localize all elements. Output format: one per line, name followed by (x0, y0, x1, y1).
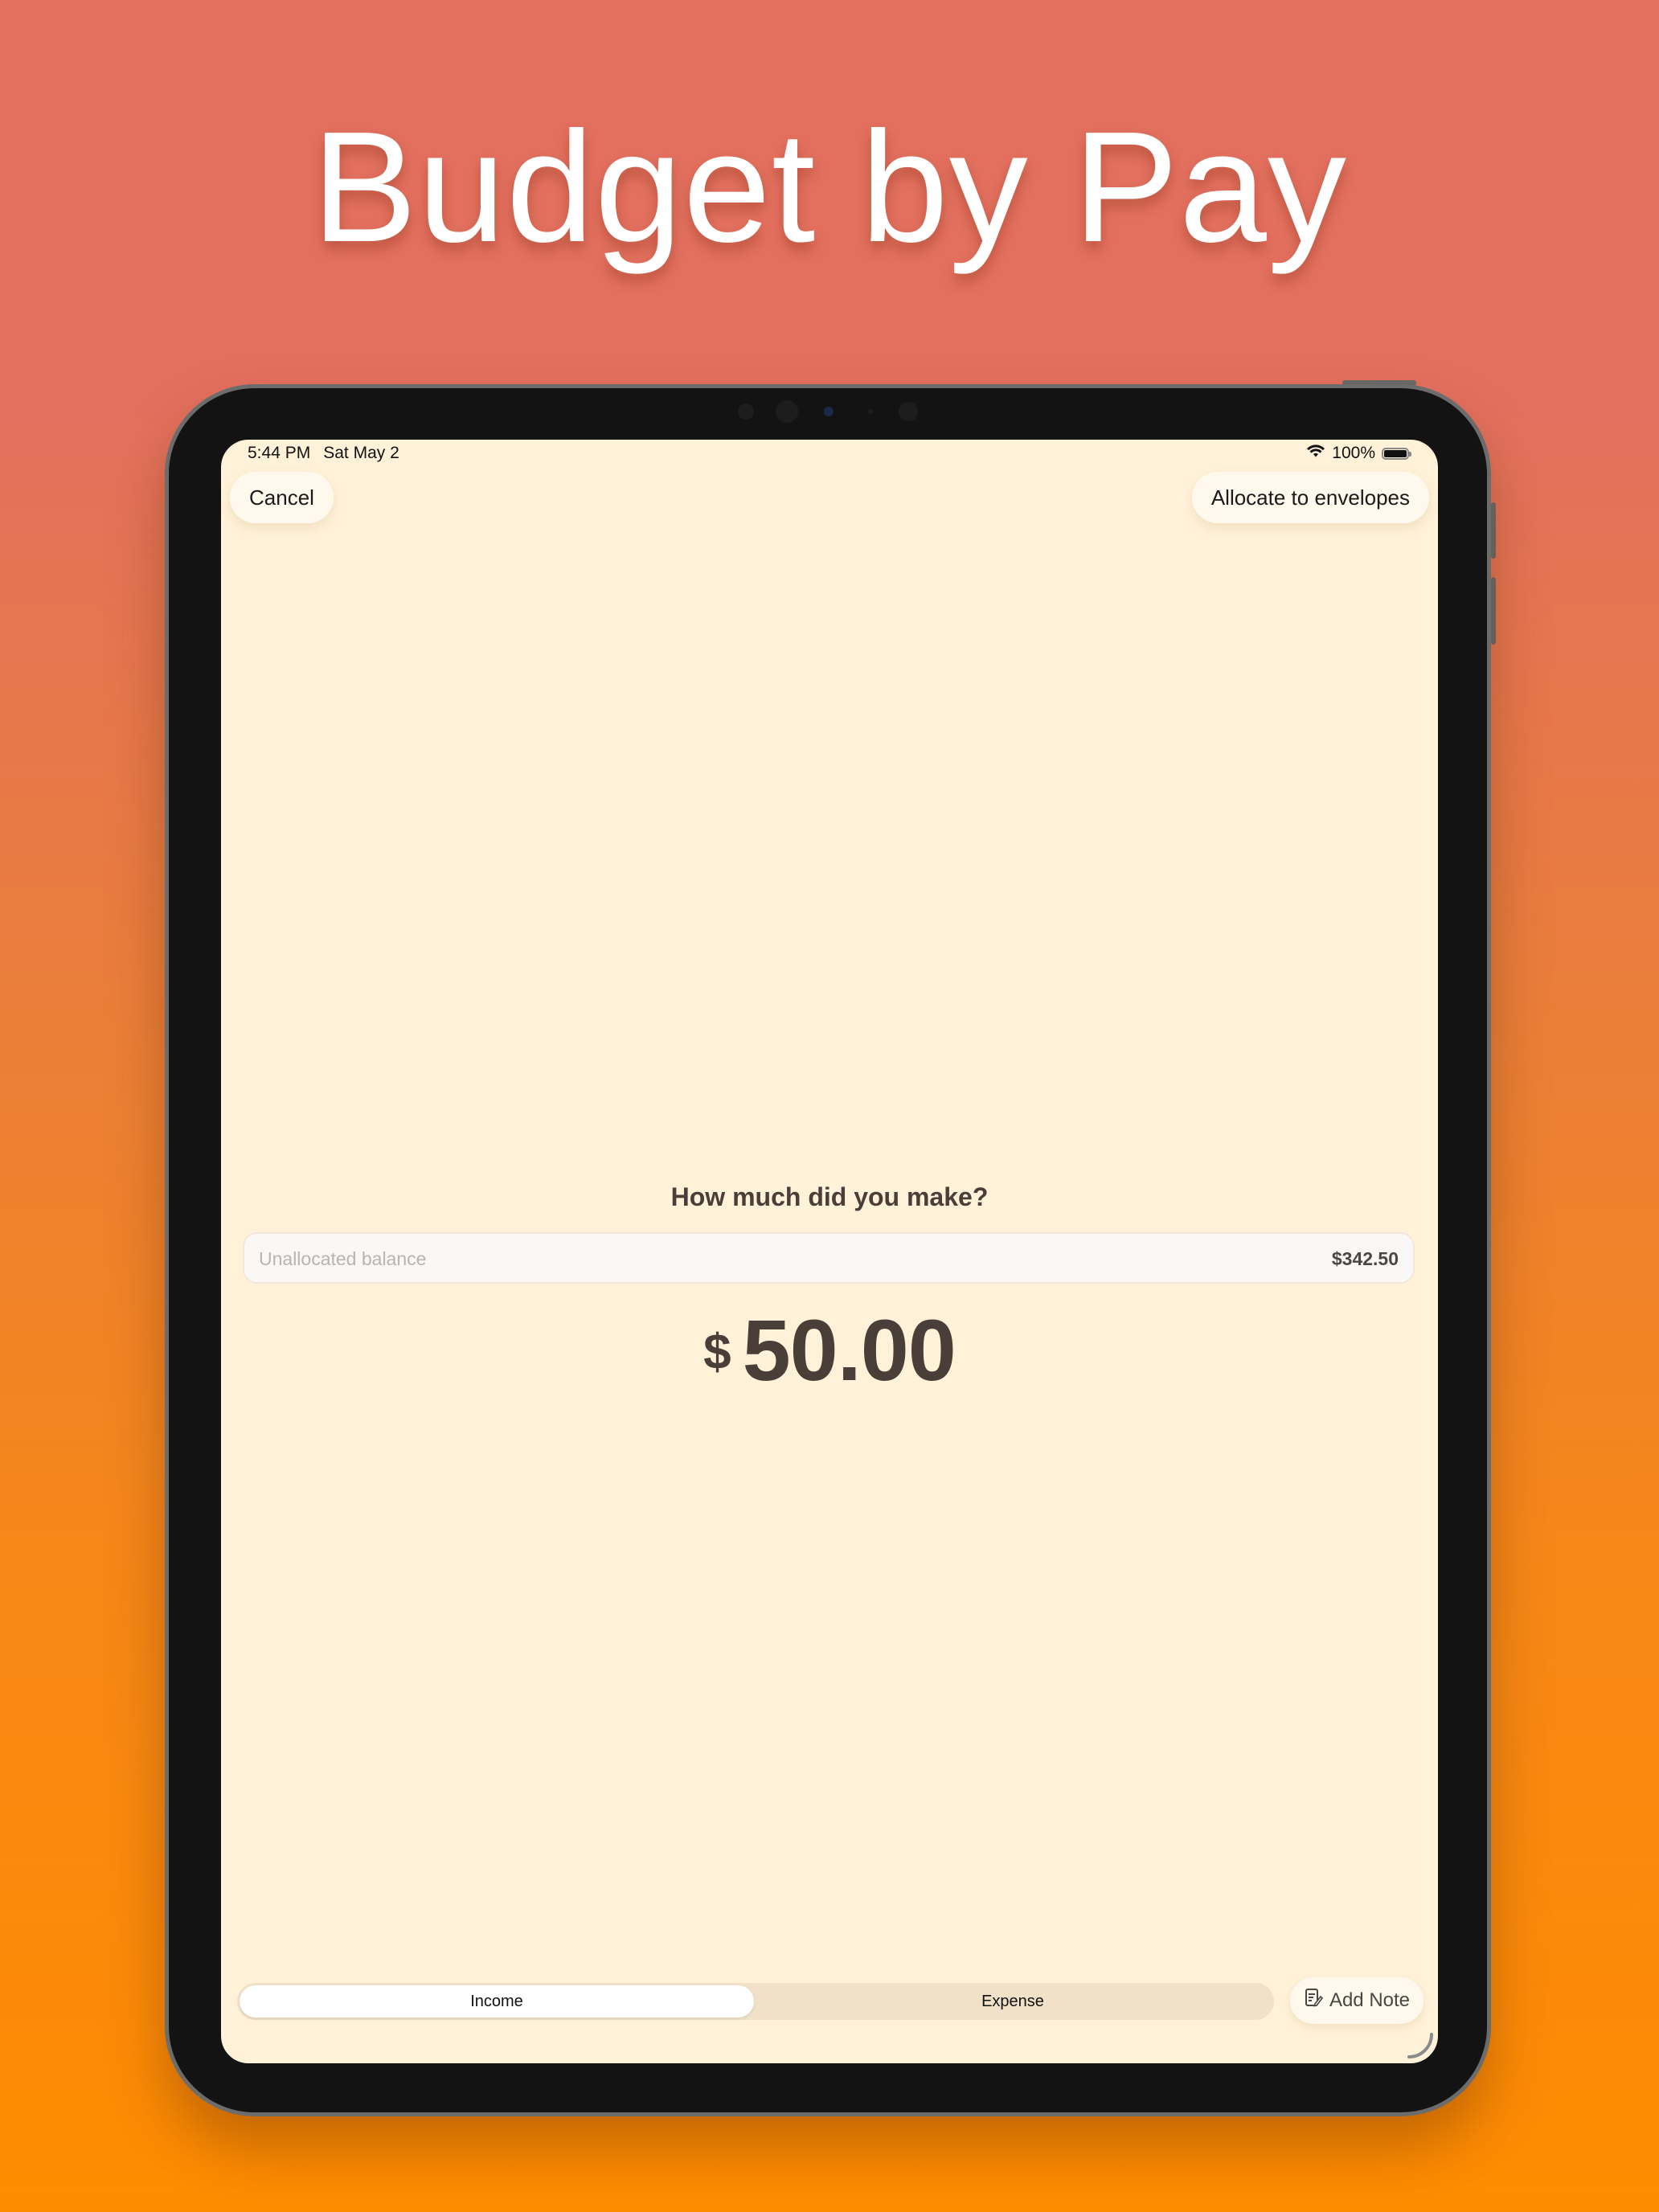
status-bar: 5:44 PM Sat May 2 100% (221, 440, 1438, 467)
amount-value: 50.00 (742, 1301, 956, 1399)
balance-label: Unallocated balance (259, 1248, 427, 1269)
status-time: 5:44 PM (248, 444, 311, 462)
note-icon (1304, 1988, 1324, 2014)
unallocated-balance-row: Unallocated balance $342.50 (243, 1232, 1415, 1284)
amount-prompt: How much did you make? (670, 1182, 989, 1211)
segment-expense[interactable]: Expense (756, 1985, 1270, 2017)
volume-up-button (1491, 502, 1496, 559)
cancel-button[interactable]: Cancel (230, 472, 334, 523)
volume-down-button (1491, 577, 1496, 645)
segment-income[interactable]: Income (240, 1985, 754, 2017)
balance-value: $342.50 (1331, 1248, 1399, 1269)
battery-percent: 100% (1332, 444, 1375, 462)
transaction-type-selector: Income Expense (237, 1983, 1274, 2020)
headline: Budget by Pay (312, 99, 1347, 275)
resize-corner-icon (1407, 2033, 1433, 2058)
status-date: Sat May 2 (323, 444, 399, 462)
camera-array (731, 400, 932, 424)
add-note-button[interactable]: Add Note (1290, 1977, 1423, 2024)
wifi-icon (1306, 444, 1325, 463)
allocate-to-envelopes-button[interactable]: Allocate to envelopes (1191, 472, 1429, 523)
bottom-toolbar: Income Expense Add Note (237, 1977, 1423, 2026)
battery-icon (1382, 447, 1411, 460)
currency-symbol: $ (703, 1325, 731, 1380)
amount-display[interactable]: $ 50.00 (221, 1300, 1438, 1400)
add-note-label: Add Note (1329, 1989, 1411, 2011)
app-screen: 5:44 PM Sat May 2 100% Cancel Allocate t… (221, 440, 1438, 2063)
